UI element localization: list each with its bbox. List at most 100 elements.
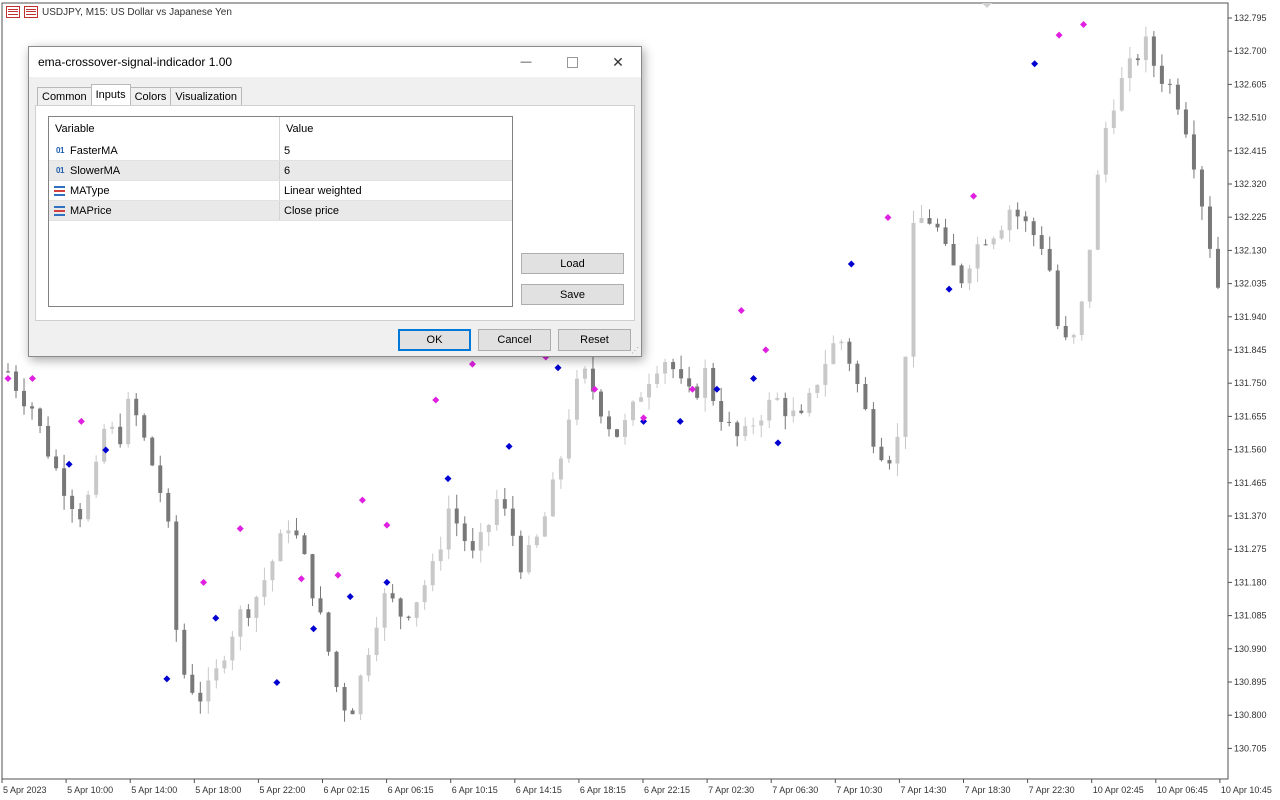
- candle-body: [158, 465, 163, 493]
- candle-body: [550, 479, 555, 517]
- candle-body: [14, 371, 19, 391]
- price-axis-label: 132.605: [1234, 79, 1267, 89]
- candle-body: [1175, 84, 1180, 110]
- candle-body: [943, 227, 948, 244]
- candle-body: [374, 627, 379, 655]
- candle-body: [791, 410, 796, 417]
- candle-body: [743, 426, 748, 437]
- candle-body: [326, 612, 331, 652]
- time-axis-label: 6 Apr 22:15: [644, 785, 690, 795]
- dialog-title: ema-crossover-signal-indicador 1.00: [38, 55, 233, 69]
- candle-body: [190, 674, 195, 693]
- enum-type-icon: [54, 185, 65, 196]
- candle-body: [246, 609, 251, 618]
- candle-body: [382, 593, 387, 628]
- save-button[interactable]: Save: [521, 284, 624, 305]
- candle-body: [1183, 109, 1188, 135]
- candle-body: [903, 356, 908, 437]
- load-button[interactable]: Load: [521, 253, 624, 274]
- tab-visualization[interactable]: Visualization: [170, 87, 242, 105]
- cancel-button[interactable]: Cancel: [478, 329, 551, 351]
- price-axis-label: 131.370: [1234, 511, 1267, 521]
- value-cell[interactable]: Linear weighted: [280, 181, 512, 200]
- candle-body: [863, 384, 868, 410]
- ok-button[interactable]: OK: [398, 329, 471, 351]
- minimize-button[interactable]: —: [503, 47, 549, 77]
- candle-body: [150, 437, 155, 466]
- candle-body: [558, 458, 563, 480]
- column-header-value[interactable]: Value: [280, 117, 512, 141]
- resize-grip-icon[interactable]: ⋰: [631, 346, 639, 355]
- candle-body: [134, 398, 139, 416]
- reset-button[interactable]: Reset: [558, 329, 631, 351]
- table-row[interactable]: MAPrice Close price: [49, 201, 512, 221]
- table-row[interactable]: 01 SlowerMA 6: [49, 161, 512, 181]
- candle-body: [735, 422, 740, 437]
- candle-body: [526, 545, 531, 573]
- candle-body: [470, 541, 475, 551]
- price-axis-label: 132.225: [1234, 212, 1267, 222]
- candle-body: [70, 495, 75, 510]
- candle-body: [62, 468, 67, 496]
- time-axis-label: 5 Apr 22:00: [259, 785, 305, 795]
- close-button[interactable]: ✕: [595, 47, 641, 77]
- maximize-button[interactable]: [549, 47, 595, 77]
- time-axis-label: 7 Apr 18:30: [965, 785, 1011, 795]
- value-cell[interactable]: Close price: [280, 201, 512, 220]
- variable-cell: 01 SlowerMA: [49, 161, 280, 180]
- candle-body: [398, 598, 403, 617]
- candle-body: [935, 223, 940, 228]
- column-header-variable[interactable]: Variable: [49, 117, 280, 141]
- candle-body: [422, 585, 427, 603]
- time-axis-label: 5 Apr 2023: [3, 785, 47, 795]
- candle-body: [358, 675, 363, 715]
- candle-body: [310, 554, 315, 599]
- time-axis-label: 6 Apr 18:15: [580, 785, 626, 795]
- candle-body: [615, 429, 619, 437]
- candle-body: [430, 561, 435, 586]
- one-click-trading-icon[interactable]: [24, 6, 38, 18]
- value-cell[interactable]: 6: [280, 161, 512, 180]
- time-axis-label: 6 Apr 02:15: [324, 785, 370, 795]
- candle-body: [631, 401, 636, 421]
- candle-body: [286, 530, 291, 534]
- tab-inputs[interactable]: Inputs: [90, 84, 131, 105]
- table-row[interactable]: MAType Linear weighted: [49, 181, 512, 201]
- candle-body: [727, 421, 732, 423]
- candle-body: [182, 629, 187, 675]
- price-axis-label: 131.845: [1234, 345, 1267, 355]
- candle-body: [1071, 335, 1076, 338]
- price-axis-label: 131.655: [1234, 411, 1267, 421]
- candle-body: [342, 687, 347, 711]
- integer-type-icon: 01: [56, 146, 64, 155]
- table-header: Variable Value: [49, 117, 512, 141]
- tab-common[interactable]: Common: [37, 87, 92, 105]
- dialog-tabs: Common Inputs Colors Visualization: [37, 84, 242, 105]
- price-axis-label: 132.795: [1234, 13, 1267, 23]
- time-axis-label: 7 Apr 02:30: [708, 785, 754, 795]
- chart-menu-icon[interactable]: [6, 6, 20, 18]
- candle-body: [54, 456, 59, 469]
- candle-body: [639, 397, 644, 402]
- candle-body: [270, 561, 275, 581]
- candle-body: [126, 398, 131, 445]
- candle-body: [1159, 65, 1164, 84]
- time-axis-label: 5 Apr 10:00: [67, 785, 113, 795]
- inputs-table: Variable Value 01 FasterMA 5 01 SlowerMA…: [48, 116, 513, 307]
- candle-body: [30, 406, 35, 409]
- candle-body: [1103, 127, 1108, 175]
- candle-body: [1119, 78, 1124, 111]
- dialog-titlebar[interactable]: ema-crossover-signal-indicador 1.00 — ✕: [29, 47, 641, 77]
- candle-body: [911, 222, 916, 357]
- candle-body: [1127, 58, 1132, 79]
- time-axis-label: 7 Apr 22:30: [1029, 785, 1075, 795]
- price-axis-label: 131.560: [1234, 445, 1267, 455]
- candle-body: [86, 494, 91, 520]
- value-cell[interactable]: 5: [280, 141, 512, 160]
- table-row[interactable]: 01 FasterMA 5: [49, 141, 512, 161]
- candle-body: [1199, 169, 1204, 207]
- candle-body: [510, 508, 515, 536]
- candle-body: [238, 609, 243, 637]
- price-axis-label: 131.465: [1234, 478, 1267, 488]
- tab-colors[interactable]: Colors: [129, 87, 172, 105]
